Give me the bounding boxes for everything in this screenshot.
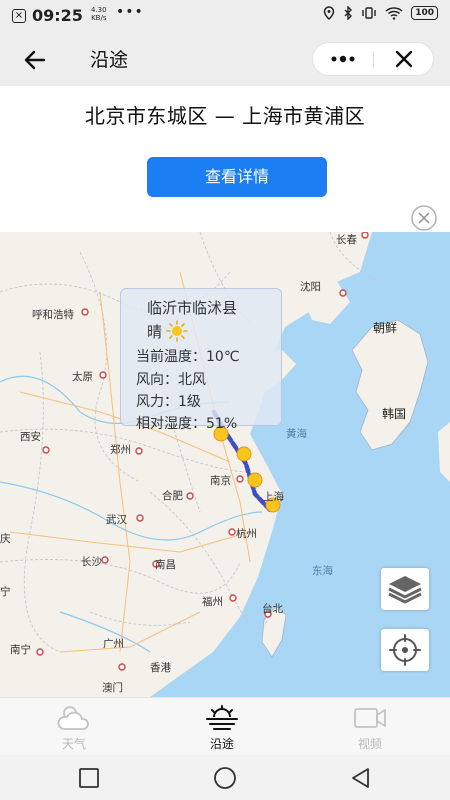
square-icon — [79, 768, 99, 788]
status-more: ••• — [116, 4, 144, 20]
sea-label: 东海 — [312, 565, 333, 577]
notification-x-icon: × — [12, 9, 26, 23]
wifi-icon — [385, 7, 403, 20]
city-label: 香港 — [150, 662, 171, 674]
weather-dot — [236, 446, 252, 462]
tab-label: 沿途 — [209, 737, 234, 751]
status-time: 09:25 — [32, 6, 83, 25]
city-label: 庆 — [0, 533, 11, 545]
battery-icon: 100 — [411, 6, 438, 20]
country-label: 朝鲜 — [373, 321, 398, 335]
status-bar: × 09:25 4.30 KB/s ••• 100 — [0, 0, 450, 32]
tab-label: 视频 — [357, 737, 382, 751]
route-map[interactable]: 长春 沈阳 呼和浩特 太原 西安 郑州 南京 合肥 上海 武汉 杭州 长沙 南昌… — [0, 232, 450, 697]
weather-city: 临沂市临沭县 — [147, 299, 238, 317]
tab-video[interactable]: 视频 — [315, 698, 425, 756]
video-icon — [354, 708, 386, 728]
city-label: 呼和浩特 — [32, 309, 74, 321]
weather-wind-direction: 风向：北风 — [136, 372, 206, 388]
system-nav-bar — [0, 755, 450, 800]
city-label: 福州 — [202, 596, 223, 608]
back-nav-button[interactable] — [348, 765, 374, 791]
tab-label: 天气 — [61, 737, 86, 751]
city-label: 澳门 — [102, 682, 123, 694]
city-label: 长春 — [336, 234, 357, 246]
network-speed-value: 4.30 — [91, 6, 107, 14]
layers-icon — [388, 576, 422, 604]
vibrate-icon — [362, 7, 376, 19]
status-icons: 100 — [323, 6, 438, 20]
network-speed-unit: KB/s — [91, 14, 107, 22]
view-details-button[interactable]: 查看详情 — [147, 157, 327, 197]
city-label: 南昌 — [155, 559, 176, 571]
bluetooth-icon — [344, 6, 353, 20]
city-label: 南京 — [210, 475, 231, 487]
weather-condition-row: 晴 — [147, 320, 188, 342]
sun-icon — [166, 320, 188, 342]
tab-along-route[interactable]: 沿途 — [167, 698, 277, 756]
weather-temperature: 当前温度：10℃ — [136, 349, 240, 365]
city-label: 太原 — [72, 371, 93, 383]
arrow-left-icon — [24, 50, 46, 70]
weather-wind-force: 风力：1级 — [136, 394, 201, 410]
back-button[interactable] — [20, 46, 50, 74]
page-title: 沿途 — [90, 49, 129, 71]
route-title: 北京市东城区 — 上海市黄浦区 — [84, 104, 366, 128]
cloud-icon — [57, 706, 89, 730]
city-label: 郑州 — [110, 444, 131, 456]
city-label: 台北 — [262, 603, 283, 615]
network-speed: 4.30 KB/s — [91, 6, 107, 22]
home-button[interactable] — [212, 765, 238, 791]
locate-icon — [389, 634, 421, 666]
city-label: 宁 — [0, 586, 11, 598]
title-bar: 沿途 — [0, 32, 450, 86]
city-label: 长沙 — [81, 556, 102, 568]
location-icon — [323, 6, 335, 20]
city-label: 合肥 — [162, 490, 183, 502]
weather-condition: 晴 — [147, 322, 163, 341]
city-label: 上海 — [263, 491, 284, 503]
more-dots-icon — [331, 55, 355, 63]
city-label: 广州 — [103, 638, 124, 650]
tab-weather[interactable]: 天气 — [19, 698, 129, 756]
more-button[interactable] — [313, 43, 373, 75]
country-label: 韩国 — [382, 407, 407, 421]
panel-close-button[interactable] — [410, 204, 438, 232]
city-label: 武汉 — [106, 514, 127, 526]
recents-button[interactable] — [76, 765, 102, 791]
city-label: 杭州 — [236, 528, 257, 540]
weather-humidity: 相对湿度：51% — [136, 416, 238, 432]
sea-label: 黄海 — [286, 428, 307, 440]
close-button[interactable] — [374, 43, 434, 75]
city-label: 西安 — [20, 431, 41, 443]
circle-icon — [214, 767, 236, 789]
mini-program-capsule — [312, 42, 434, 76]
bottom-tab-bar: 天气 沿途 视频 — [0, 697, 450, 755]
city-label: 沈阳 — [300, 281, 321, 293]
close-icon — [395, 50, 413, 68]
city-label: 南宁 — [10, 644, 31, 656]
triangle-back-icon — [352, 768, 369, 788]
weather-dot — [247, 472, 263, 488]
close-circle-icon — [411, 205, 437, 231]
sunrise-route-icon — [206, 705, 238, 730]
locate-button[interactable] — [381, 629, 429, 671]
layers-button[interactable] — [381, 568, 429, 610]
weather-popup[interactable]: 临沂市临沭县 晴 当前温度：10℃ 风向：北风 风力：1级 相对湿度：51% — [120, 288, 282, 432]
